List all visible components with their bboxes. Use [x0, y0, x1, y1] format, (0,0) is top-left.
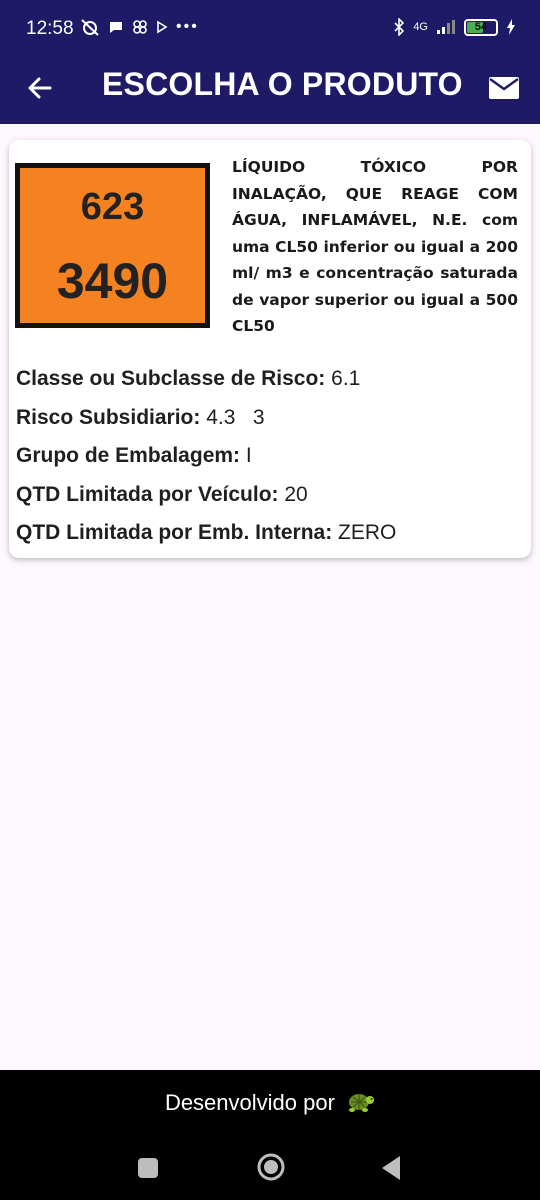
detail-label: QTD Limitada por Emb. Interna:: [16, 521, 333, 544]
recents-button[interactable]: [136, 1156, 160, 1184]
detail-value: 6.1: [331, 367, 361, 390]
detail-label: Grupo de Embalagem:: [16, 444, 241, 467]
alarm-off-icon: [81, 19, 99, 36]
detail-inner-pack-limit: QTD Limitada por Emb. Interna: ZERO: [16, 518, 526, 557]
footer-text: Desenvolvido por: [164, 1090, 335, 1115]
system-icons: 4G 54: [393, 18, 516, 36]
signal-icon: [437, 20, 455, 34]
home-circle-icon: [257, 1153, 285, 1181]
back-button[interactable]: [20, 68, 60, 108]
email-button[interactable]: [484, 68, 524, 108]
footer: Desenvolvido por: [0, 1070, 540, 1200]
system-nav-bar: [0, 1150, 540, 1186]
hazard-number: 623: [80, 186, 145, 228]
bluetooth-icon: [394, 18, 405, 36]
page-title: ESCOLHA O PRODUTO: [102, 66, 463, 102]
network-type: 4G: [413, 21, 428, 33]
detail-value: 20: [284, 482, 308, 506]
play-icon: [157, 20, 168, 34]
top-bar: 12:58 ••• 4G 54 ESCOLHA O PRODUTO: [0, 0, 540, 124]
product-details: Classe ou Subclasse de Risco: 6.1 Risco …: [16, 364, 526, 557]
detail-packing-group: Grupo de Embalagem: I: [16, 441, 526, 480]
home-button[interactable]: [256, 1152, 286, 1186]
charging-icon: [507, 19, 515, 35]
detail-value: I: [245, 444, 252, 467]
arrow-back-icon: [28, 77, 52, 99]
turtle-icon: [349, 1094, 375, 1112]
status-bar: 12:58 ••• 4G 54: [0, 0, 540, 58]
status-time: 12:58: [26, 18, 74, 39]
battery-level: 54: [474, 21, 488, 33]
detail-label: Risco Subsidiario:: [16, 405, 201, 429]
square-icon: [138, 1158, 158, 1178]
product-description: LÍQUIDO TÓXICO POR INALAÇÃO, QUE REAGE C…: [232, 158, 518, 335]
more-notifications-icon: •••: [176, 18, 199, 35]
un-number: 3490: [56, 253, 169, 309]
battery-icon: 54: [464, 18, 498, 36]
detail-label: QTD Limitada por Veículo:: [16, 482, 279, 506]
detail-subsidiary-risk: Risco Subsidiario: 4.3 3: [16, 403, 526, 442]
detail-risk-class: Classe ou Subclasse de Risco: 6.1: [16, 364, 526, 403]
pinwheel-icon: [133, 20, 147, 34]
product-card: 623 3490 LÍQUIDO TÓXICO POR INALAÇÃO, QU…: [9, 140, 531, 558]
detail-value: ZERO: [338, 521, 397, 544]
hazard-placard: 623 3490: [15, 163, 210, 328]
detail-vehicle-limit: QTD Limitada por Veículo: 20: [16, 480, 526, 519]
back-nav-button[interactable]: [378, 1154, 404, 1186]
app-bar: ESCOLHA O PRODUTO: [0, 58, 540, 124]
detail-label: Classe ou Subclasse de Risco:: [16, 367, 326, 390]
notification-icons: •••: [80, 18, 199, 36]
mail-icon: [489, 77, 519, 99]
footer-credit: Desenvolvido por: [0, 1090, 540, 1116]
chat-icon: [110, 22, 122, 33]
detail-value: 4.3 3: [206, 405, 265, 429]
triangle-back-icon: [382, 1156, 400, 1180]
